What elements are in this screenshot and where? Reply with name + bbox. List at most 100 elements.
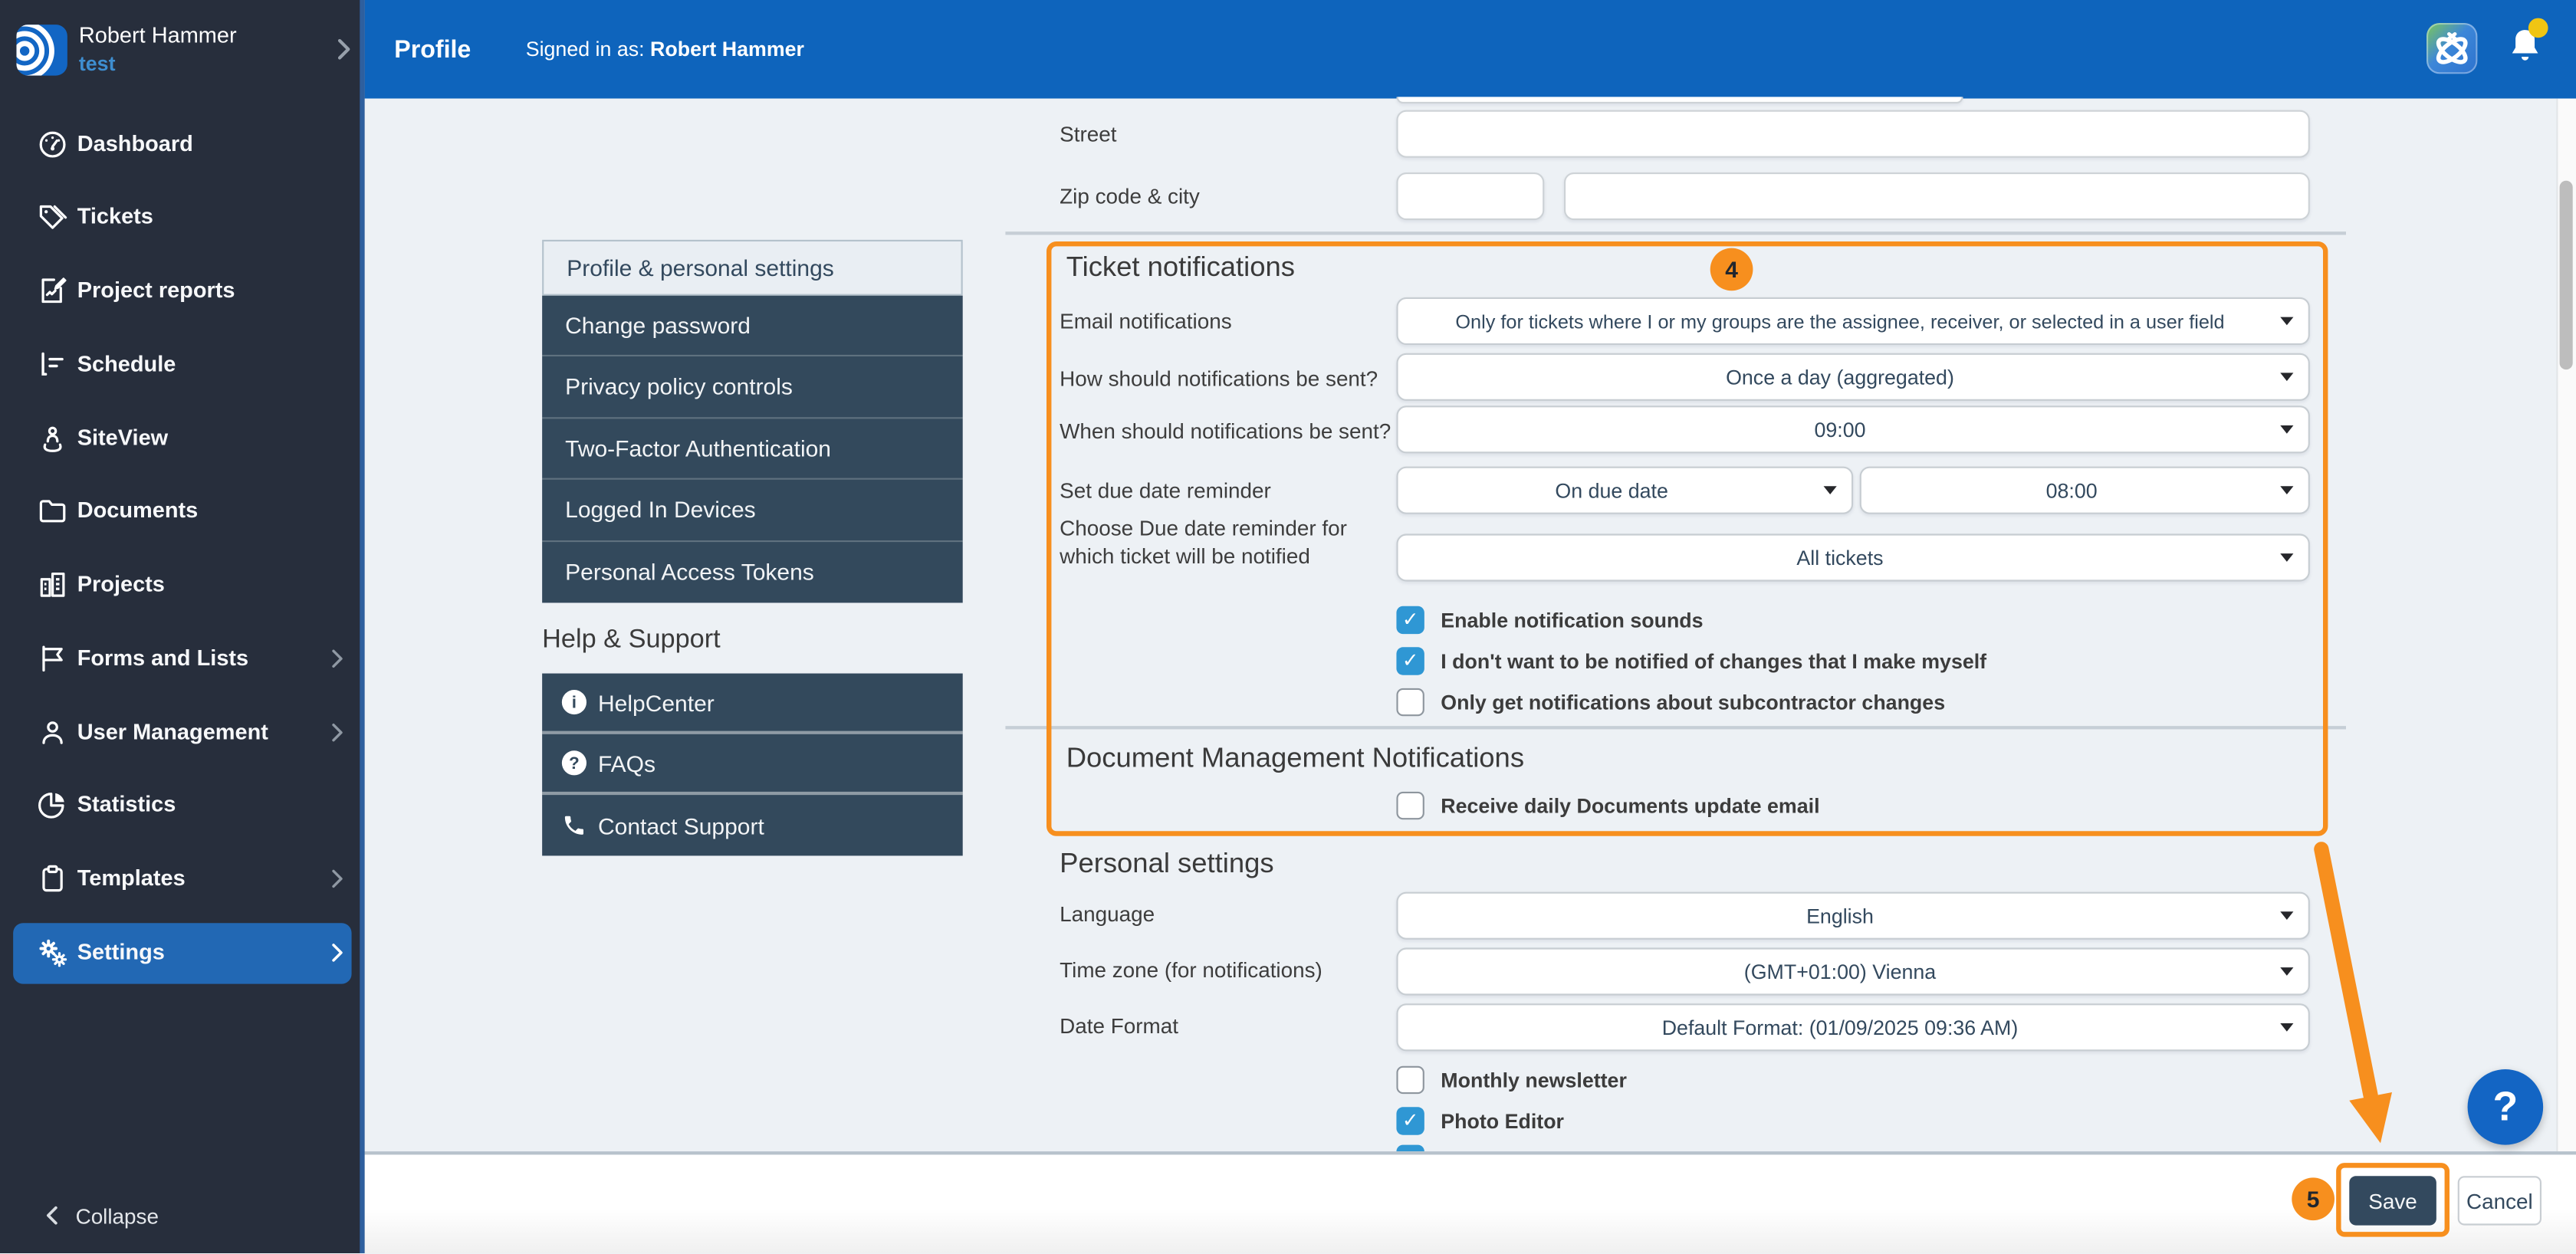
dropdown-caret-icon xyxy=(2280,485,2293,494)
due-scope-value: All tickets xyxy=(1796,547,1883,570)
subcontractor-only-label: Only get notifications about subcontract… xyxy=(1441,691,1945,714)
sidebar-item-label: Project reports xyxy=(77,277,235,302)
sidebar-item-documents[interactable]: Documents xyxy=(0,493,365,529)
help-support-list: i HelpCenter ? FAQs Contact Support xyxy=(542,674,963,856)
sidebar-item-label: SiteView xyxy=(77,425,168,450)
butterfly-logo-icon xyxy=(2426,23,2477,74)
buildings-icon xyxy=(36,568,69,601)
sidebar-item-label: User Management xyxy=(77,720,268,744)
signed-in-prefix: Signed in as: xyxy=(526,38,650,61)
sidebar-item-label: Tickets xyxy=(77,204,153,228)
settings-nav-item-personal-access-tokens[interactable]: Personal Access Tokens xyxy=(542,541,963,602)
app-switcher-button[interactable] xyxy=(2426,23,2477,74)
settings-nav-list: Change password Privacy policy controls … xyxy=(542,296,963,603)
sidebar-item-templates[interactable]: Templates xyxy=(0,861,365,897)
zip-input[interactable] xyxy=(1396,172,1544,220)
photo-editor-checkbox[interactable] xyxy=(1396,1107,1424,1134)
pie-chart-icon xyxy=(36,789,69,822)
help-item-contact-support[interactable]: Contact Support xyxy=(542,795,963,855)
save-button[interactable]: Save xyxy=(2349,1176,2436,1225)
section-divider xyxy=(1005,726,2346,729)
sidebar xyxy=(0,0,365,1253)
scrollbar-thumb[interactable] xyxy=(2560,181,2573,369)
cancel-button[interactable]: Cancel xyxy=(2458,1176,2542,1225)
sidebar-item-label: Templates xyxy=(77,865,186,890)
due-reminder-time-value: 08:00 xyxy=(2046,479,2098,502)
enable-sounds-checkbox[interactable] xyxy=(1396,606,1424,634)
due-reminder-mode-select[interactable]: On due date xyxy=(1396,467,1853,514)
personal-settings-heading: Personal settings xyxy=(1060,848,1273,881)
sidebar-expand-chevron-icon[interactable] xyxy=(329,34,359,64)
help-item-helpcenter[interactable]: i HelpCenter xyxy=(542,674,963,734)
phone-icon xyxy=(562,813,586,838)
no-self-notify-label: I don't want to be notified of changes t… xyxy=(1441,651,1986,674)
dropdown-caret-icon xyxy=(1824,485,1837,494)
dashboard-icon xyxy=(36,128,69,161)
sidebar-item-projects[interactable]: Projects xyxy=(0,566,365,602)
help-item-faqs[interactable]: ? FAQs xyxy=(542,734,963,795)
cut-off-checkbox-sliver xyxy=(1396,1145,1424,1152)
flag-icon xyxy=(36,642,69,675)
email-notifications-value: Only for tickets where I or my groups ar… xyxy=(1455,310,2224,333)
page-title: Profile xyxy=(394,36,471,64)
street-input[interactable] xyxy=(1396,110,2309,158)
sidebar-item-user-management[interactable]: User Management xyxy=(0,714,365,750)
dateformat-select[interactable]: Default Format: (01/09/2025 09:36 AM) xyxy=(1396,1003,2309,1051)
sidebar-item-dashboard[interactable]: Dashboard xyxy=(0,126,365,162)
workspace-name[interactable]: test xyxy=(79,53,116,76)
sidebar-item-settings[interactable]: Settings xyxy=(0,934,365,970)
annotation-step-5-badge: 5 xyxy=(2292,1177,2334,1220)
sidebar-item-label: Dashboard xyxy=(77,131,193,156)
sidebar-item-label: Projects xyxy=(77,572,165,596)
dateformat-label: Date Format xyxy=(1060,1013,1178,1038)
due-scope-select[interactable]: All tickets xyxy=(1396,533,2309,581)
language-value: English xyxy=(1806,904,1874,927)
ticket-notifications-heading: Ticket notifications xyxy=(1066,251,1295,284)
chevron-right-icon xyxy=(324,645,350,671)
monthly-newsletter-checkbox[interactable] xyxy=(1396,1066,1424,1094)
due-reminder-time-select[interactable]: 08:00 xyxy=(1860,467,2310,514)
sidebar-collapse-button[interactable]: Collapse xyxy=(0,1197,365,1236)
subcontractor-only-checkbox[interactable] xyxy=(1396,688,1424,716)
timezone-label: Time zone (for notifications) xyxy=(1060,957,1322,982)
gears-icon xyxy=(36,936,69,969)
settings-nav-active-item[interactable]: Profile & personal settings xyxy=(542,240,963,296)
user-icon xyxy=(36,716,69,749)
sidebar-item-forms-and-lists[interactable]: Forms and Lists xyxy=(0,641,365,677)
due-reminder-label: Set due date reminder xyxy=(1060,478,1271,503)
info-icon: i xyxy=(562,690,586,714)
how-sent-select[interactable]: Once a day (aggregated) xyxy=(1396,353,2309,401)
help-button[interactable]: ? xyxy=(2468,1069,2544,1145)
settings-nav-item-change-password[interactable]: Change password xyxy=(542,296,963,357)
clipboard-icon xyxy=(36,862,69,895)
app-window: Robert Hammer test Dashboard Tickets xyxy=(0,0,2576,1253)
collapse-label: Collapse xyxy=(76,1204,159,1229)
monthly-newsletter-label: Monthly newsletter xyxy=(1441,1069,1627,1092)
email-notifications-select[interactable]: Only for tickets where I or my groups ar… xyxy=(1396,297,2309,345)
chevron-right-icon xyxy=(324,865,350,891)
settings-nav-item-logged-in-devices[interactable]: Logged In Devices xyxy=(542,480,963,541)
city-input[interactable] xyxy=(1564,172,2310,220)
signed-in-as: Signed in as: Robert Hammer xyxy=(526,38,804,61)
settings-nav-item-privacy-policy[interactable]: Privacy policy controls xyxy=(542,357,963,419)
language-select[interactable]: English xyxy=(1396,892,2309,940)
sidebar-item-schedule[interactable]: Schedule xyxy=(0,346,365,382)
no-self-notify-checkbox[interactable] xyxy=(1396,647,1424,675)
sidebar-item-tickets[interactable]: Tickets xyxy=(0,199,365,235)
daily-documents-email-checkbox[interactable] xyxy=(1396,792,1424,819)
annotation-arrow xyxy=(2292,838,2407,1158)
sidebar-item-siteview[interactable]: SiteView xyxy=(0,421,365,457)
how-sent-value: Once a day (aggregated) xyxy=(1726,366,1954,389)
when-sent-select[interactable]: 09:00 xyxy=(1396,405,2309,453)
settings-nav-item-two-factor[interactable]: Two-Factor Authentication xyxy=(542,419,963,480)
sidebar-item-statistics[interactable]: Statistics xyxy=(0,786,365,822)
sidebar-item-project-reports[interactable]: Project reports xyxy=(0,273,365,309)
logo-arcs-icon xyxy=(16,25,67,75)
due-reminder-mode-value: On due date xyxy=(1555,479,1668,502)
how-sent-label: How should notifications be sent? xyxy=(1060,366,1378,391)
company-logo[interactable] xyxy=(16,25,67,75)
tag-icon xyxy=(36,200,69,233)
due-scope-label-line1: Choose Due date reminder for xyxy=(1060,516,1347,540)
timezone-select[interactable]: (GMT+01:00) Vienna xyxy=(1396,947,2309,995)
sidebar-item-label: Settings xyxy=(77,940,165,964)
